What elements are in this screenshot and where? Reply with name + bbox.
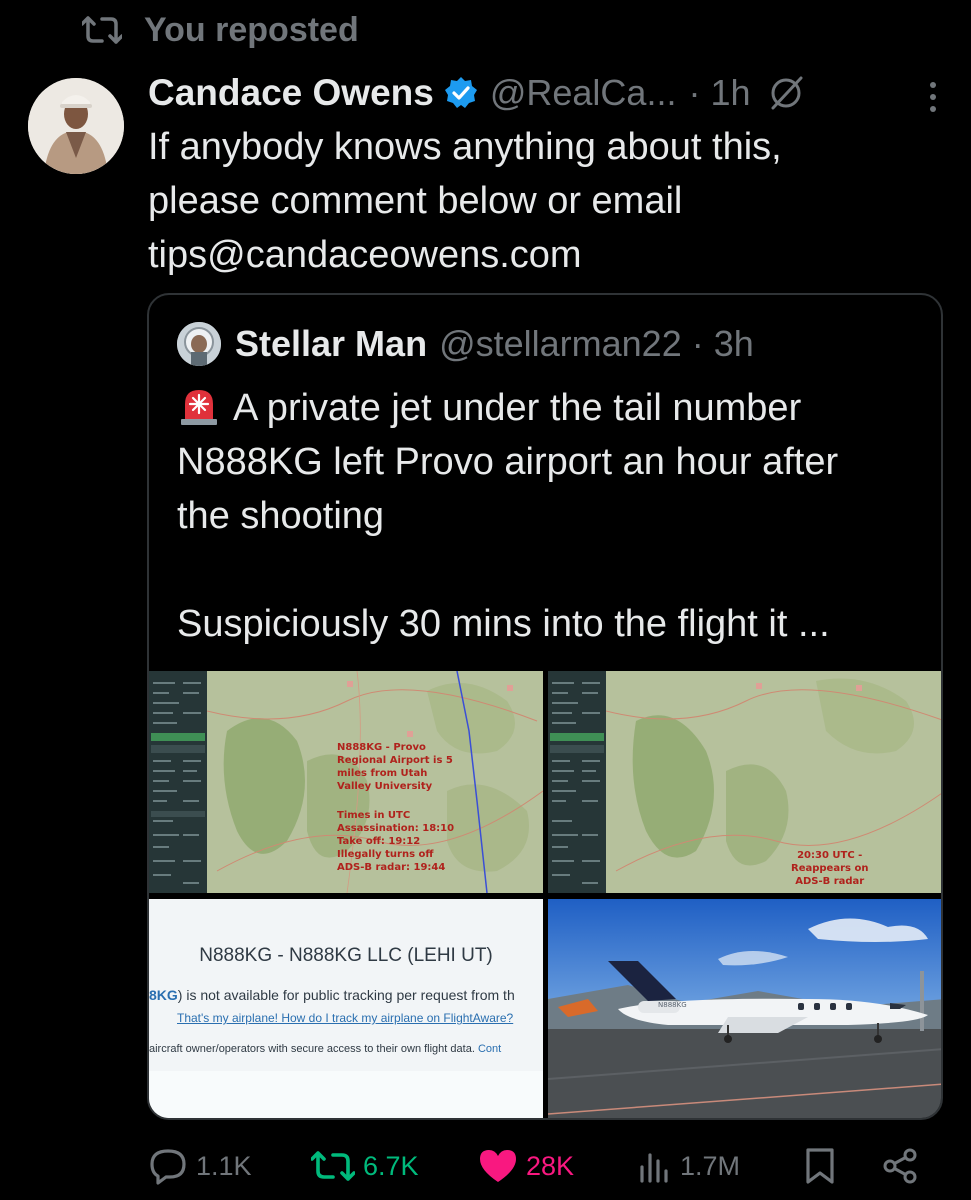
repost-active-icon (311, 1151, 355, 1181)
verified-badge-icon (444, 76, 478, 110)
flight-map-image-2[interactable]: 20:30 UTC - Reappears on ADS-B radar (548, 671, 941, 893)
quoted-text-fragment: A private jet under the tail number (233, 387, 802, 429)
tweet-text-line: If anybody knows anything about this, (148, 126, 782, 168)
flight-info-sidebar (149, 671, 207, 893)
flightaware-screenshot[interactable]: N888KG - N888KG LLC (LEHI UT) 8KG) is no… (149, 899, 543, 1118)
flightaware-title: N888KG - N888KG LLC (LEHI UT) (199, 945, 493, 966)
repost-icon (82, 16, 122, 44)
flightaware-contact-link: Cont (477, 1043, 502, 1055)
bookmark-icon (806, 1148, 834, 1184)
tweet-header: Candace Owens @RealCa... · 1h (148, 66, 948, 120)
tail-number-text: N888KG (658, 1001, 687, 1009)
repost-label: You reposted (144, 10, 359, 49)
views-button[interactable]: 1.7M (638, 1138, 740, 1194)
reply-button[interactable]: 1.1K (148, 1138, 252, 1194)
quoted-author-avatar[interactable] (177, 322, 221, 366)
siren-emoji-icon (181, 390, 217, 425)
author-name[interactable]: Candace Owens (148, 72, 434, 114)
quoted-tweet-card[interactable]: Stellar Man @stellarman22 · 3h A private… (147, 293, 943, 1120)
grok-icon[interactable] (767, 74, 805, 112)
like-button[interactable]: 28K (478, 1138, 574, 1194)
quoted-text-line: N888KG left Provo airport an hour after (177, 441, 839, 483)
tweet-text-line[interactable]: tips@candaceowens.com (148, 228, 938, 282)
reply-count: 1.1K (196, 1150, 252, 1181)
quoted-text-line: the shooting (177, 495, 385, 537)
flightaware-footnote: aircraft owner/operators with secure acc… (149, 1043, 543, 1055)
quoted-text-line (177, 543, 927, 597)
flight-info-sidebar (548, 671, 606, 893)
share-button[interactable] (881, 1138, 919, 1194)
repost-button[interactable]: 6.7K (311, 1138, 419, 1194)
flightaware-footnote-text: aircraft owner/operators with secure acc… (149, 1043, 478, 1055)
tweet-actions: 1.1K 6.7K 28K 1.7M (148, 1138, 938, 1194)
tweet-text: If anybody knows anything about this, pl… (148, 120, 938, 282)
quoted-text-line: A private jet under the tail number (177, 381, 927, 435)
flightaware-notice: 8KG) is not available for public trackin… (149, 987, 543, 1003)
tweet-time[interactable]: · 1h (688, 72, 750, 114)
quoted-text-line[interactable]: Suspiciously 30 mins into the flight it … (177, 597, 927, 651)
repost-count: 6.7K (363, 1150, 419, 1181)
author-handle[interactable]: @RealCa... (490, 72, 677, 114)
heart-filled-icon (480, 1150, 516, 1182)
share-icon (883, 1148, 917, 1184)
flightaware-footer-band (149, 1071, 543, 1118)
repost-banner: You reposted (82, 8, 359, 52)
views-count: 1.7M (680, 1150, 741, 1181)
flightaware-link: 8KG (149, 987, 178, 1003)
tweet-text-line: please comment below or email (148, 180, 683, 222)
private-jet-photo[interactable]: N888KG (548, 899, 941, 1118)
like-count: 28K (526, 1150, 575, 1181)
flight-map-image-1[interactable]: N888KG - Provo Regional Airport is 5 mil… (149, 671, 543, 893)
analytics-icon (640, 1153, 668, 1183)
quoted-media-grid: N888KG - Provo Regional Airport is 5 mil… (149, 671, 941, 1118)
author-avatar[interactable] (28, 78, 124, 174)
quoted-author-name[interactable]: Stellar Man (235, 323, 427, 365)
reply-icon (150, 1149, 186, 1185)
more-options-icon[interactable] (925, 80, 941, 114)
map-annotation: 20:30 UTC - Reappears on ADS-B radar (791, 850, 869, 887)
quoted-author-handle[interactable]: @stellarman22 · 3h (439, 323, 754, 365)
flightaware-help-link: That's my airplane! How do I track my ai… (177, 1011, 514, 1025)
map-annotation: Times in UTC Assassination: 18:10 Take o… (337, 810, 455, 873)
quoted-header: Stellar Man @stellarman22 · 3h (177, 319, 754, 369)
map-annotation: N888KG - Provo Regional Airport is 5 mil… (337, 742, 453, 792)
flightaware-notice-text: ) is not available for public tracking p… (177, 987, 515, 1003)
bookmark-button[interactable] (804, 1138, 836, 1194)
terrain-map (605, 671, 941, 893)
quoted-text: A private jet under the tail number N888… (177, 381, 927, 651)
